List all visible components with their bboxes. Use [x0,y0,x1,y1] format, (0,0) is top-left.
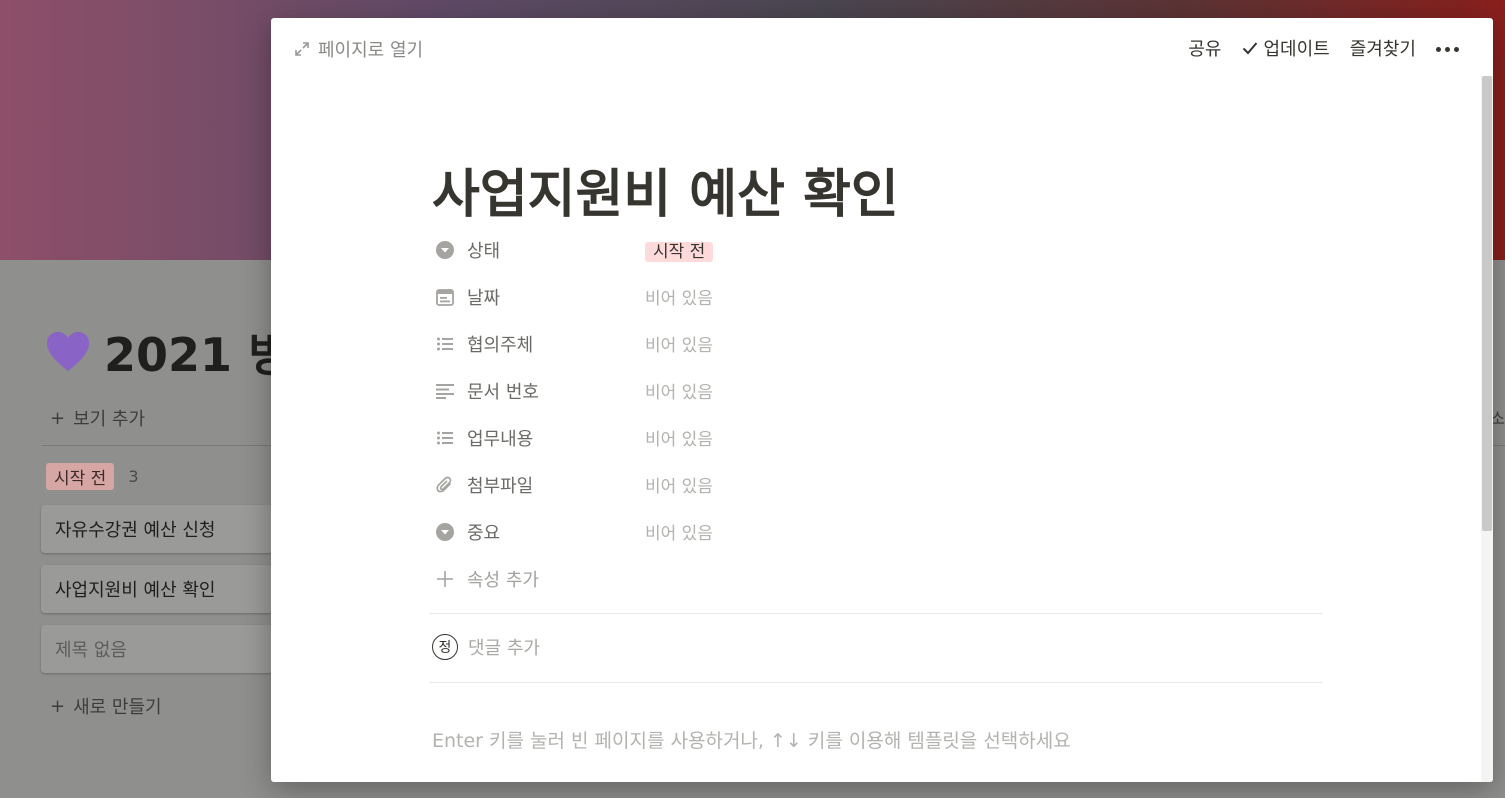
open-as-page-label: 페이지로 열기 [318,40,424,61]
template-hint[interactable]: Enter 키를 눌러 빈 페이지를 사용하거나, ↑↓ 키를 이용해 템플릿을… [432,726,1071,753]
property-document-number[interactable]: 문서 번호 비어 있음 [432,367,1332,414]
property-name: 첨부파일 [467,475,534,497]
board-card[interactable]: 자유수강권 예산 신청 [41,505,273,553]
property-name: 업무내용 [467,428,534,450]
new-item-label: 새로 만들기 [73,697,162,718]
property-value[interactable]: 비어 있음 [645,331,713,356]
property-value[interactable]: 비어 있음 [645,472,713,497]
select-icon [434,239,456,261]
property-list: 상태 시작 전 날짜 비어 있음 협의주체 비어 있음 문서 번호 비어 있음 … [432,226,1332,602]
board-title-text: 2021 빙 [104,328,291,382]
check-icon [1242,42,1257,55]
add-property-button[interactable]: 속성 추가 [432,555,1332,602]
plus-icon [434,568,456,590]
list-icon [434,427,456,449]
comment-input[interactable]: 정 댓글 추가 [432,634,540,660]
page-peek-modal: 페이지로 열기 공유 업데이트 즐겨찾기 사업지원비 예산 확인 상태 시작 전 [271,18,1493,782]
purple-heart-icon [47,332,89,371]
board-group-header[interactable]: 시작 전 3 [46,463,139,490]
property-partner[interactable]: 협의주체 비어 있음 [432,320,1332,367]
favorite-button[interactable]: 즐겨찾기 [1350,35,1416,61]
status-tag: 시작 전 [645,242,714,262]
board-card-untitled[interactable]: 제목 없음 [41,625,273,673]
property-name: 중요 [467,522,501,544]
property-task-content[interactable]: 업무내용 비어 있음 [432,414,1332,461]
more-options-icon[interactable] [1436,45,1459,52]
property-value[interactable]: 시작 전 [645,237,714,262]
property-status[interactable]: 상태 시작 전 [432,226,1332,273]
plus-icon: + [50,407,66,429]
avatar: 정 [432,634,458,660]
property-value[interactable]: 비어 있음 [645,284,713,309]
new-item-button[interactable]: + 새로 만들기 [50,693,162,719]
property-attachment[interactable]: 첨부파일 비어 있음 [432,461,1332,508]
page-title[interactable]: 사업지원비 예산 확인 [432,152,899,227]
select-icon [434,521,456,543]
updates-button[interactable]: 업데이트 [1242,35,1330,61]
property-value[interactable]: 비어 있음 [645,519,713,544]
property-name: 상태 [467,240,501,262]
property-name: 협의주체 [467,334,534,356]
expand-icon [295,42,309,56]
property-name: 문서 번호 [467,381,539,403]
property-value[interactable]: 비어 있음 [645,378,713,403]
paperclip-icon [434,474,456,496]
board-divider [42,445,272,446]
add-view-label: 보기 추가 [73,409,146,430]
topbar-actions: 공유 업데이트 즐겨찾기 [1188,35,1459,61]
comment-placeholder: 댓글 추가 [468,638,540,659]
divider [429,613,1323,614]
updates-label: 업데이트 [1263,39,1330,60]
share-button[interactable]: 공유 [1188,35,1221,61]
plus-icon: + [50,695,66,717]
board-card[interactable]: 사업지원비 예산 확인 [41,565,273,613]
divider [429,682,1323,683]
scrollbar-thumb[interactable] [1482,76,1492,531]
calendar-icon [434,286,456,308]
property-name: 날짜 [467,287,501,309]
board-title[interactable]: 2021 빙 [44,322,290,382]
property-priority[interactable]: 중요 비어 있음 [432,508,1332,555]
modal-topbar: 페이지로 열기 공유 업데이트 즐겨찾기 [271,18,1493,76]
open-as-page-button[interactable]: 페이지로 열기 [295,36,423,62]
add-view-button[interactable]: + 보기 추가 [50,405,145,431]
text-icon [434,380,456,402]
group-count: 3 [128,467,139,486]
property-date[interactable]: 날짜 비어 있음 [432,273,1332,320]
group-status-tag: 시작 전 [46,463,115,490]
property-value[interactable]: 비어 있음 [645,425,713,450]
add-property-label: 속성 추가 [467,569,539,591]
list-icon [434,333,456,355]
